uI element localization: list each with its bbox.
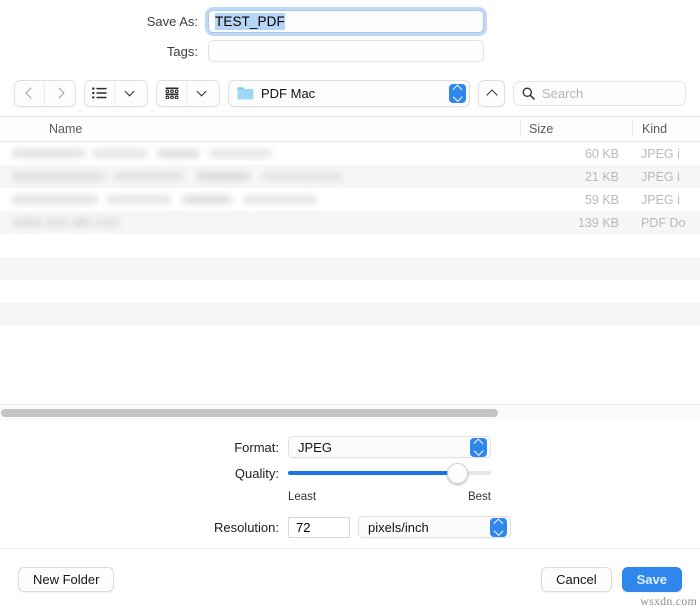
folder-path-popup[interactable]: PDF Mac bbox=[228, 79, 470, 107]
icon-view-control bbox=[156, 79, 220, 107]
save-as-value: TEST_PDF bbox=[215, 12, 285, 30]
resolution-value: 72 bbox=[296, 519, 311, 535]
save-as-row: Save As: TEST_PDF bbox=[0, 6, 700, 36]
format-stepper-icon[interactable] bbox=[470, 437, 487, 457]
table-row-empty bbox=[0, 257, 700, 280]
back-button[interactable] bbox=[15, 81, 44, 106]
stepper-down-arrow bbox=[452, 92, 463, 103]
browser-toolbar: PDF Mac Search bbox=[0, 70, 700, 116]
resolution-unit-popup[interactable]: pixels/inch bbox=[358, 516, 511, 538]
chevron-down-icon bbox=[124, 86, 135, 97]
collapse-panel-button[interactable] bbox=[478, 79, 505, 107]
stepper-down-arrow bbox=[493, 526, 504, 537]
search-placeholder: Search bbox=[542, 85, 584, 101]
file-name-cell bbox=[0, 218, 520, 227]
stepper-down-arrow bbox=[473, 446, 484, 457]
file-list[interactable]: 60 KB JPEG i 21 KB JPEG i 59 KB JPEG i 1… bbox=[0, 142, 700, 420]
column-header-name[interactable]: Name bbox=[0, 122, 520, 136]
table-row-empty bbox=[0, 234, 700, 257]
quality-row: Quality: bbox=[0, 460, 700, 486]
list-view-control bbox=[84, 79, 148, 107]
new-folder-button[interactable]: New Folder bbox=[18, 566, 115, 592]
slider-thumb[interactable] bbox=[446, 462, 468, 484]
dialog-button-bar: New Folder Cancel Save bbox=[0, 548, 700, 610]
save-as-input[interactable]: TEST_PDF bbox=[208, 9, 484, 33]
chevron-right-icon bbox=[52, 87, 65, 99]
resolution-row: Resolution: 72 pixels/inch bbox=[0, 514, 700, 540]
file-kind-cell: JPEG i bbox=[641, 169, 680, 184]
icon-view-icon bbox=[165, 87, 179, 99]
file-size-cell: 59 KB bbox=[584, 192, 619, 207]
file-size-cell: 139 KB bbox=[577, 215, 619, 230]
site-watermark: wsxdn.com bbox=[640, 594, 697, 608]
table-row[interactable]: 59 KB JPEG i bbox=[0, 188, 700, 211]
save-as-label: Save As: bbox=[146, 13, 198, 29]
list-view-icon bbox=[92, 87, 107, 99]
cancel-button[interactable]: Cancel bbox=[541, 566, 612, 592]
column-header-kind[interactable]: Kind bbox=[632, 121, 700, 137]
file-size-cell: 21 KB bbox=[584, 169, 619, 184]
table-row[interactable]: 60 KB JPEG i bbox=[0, 142, 700, 165]
horizontal-scrollbar[interactable] bbox=[0, 404, 700, 420]
quality-label: Quality: bbox=[234, 465, 279, 481]
redacted-file-name bbox=[12, 195, 317, 204]
path-stepper-icon[interactable] bbox=[449, 83, 466, 103]
resolution-unit-value: pixels/inch bbox=[368, 519, 429, 535]
resolution-label: Resolution: bbox=[213, 519, 279, 535]
name-fields: Save As: TEST_PDF Tags: bbox=[0, 0, 700, 70]
file-size-cell: 60 KB bbox=[584, 146, 619, 161]
tags-row: Tags: bbox=[0, 36, 700, 66]
quality-slider[interactable] bbox=[288, 462, 491, 484]
chevron-up-icon bbox=[485, 88, 498, 101]
format-row: Format: JPEG bbox=[0, 434, 700, 460]
bottom-separator bbox=[0, 548, 700, 549]
folder-icon bbox=[237, 87, 254, 100]
chevron-left-icon bbox=[24, 87, 37, 99]
quality-scale-row: Least Best bbox=[0, 484, 700, 510]
file-name-cell bbox=[0, 172, 520, 181]
format-label: Format: bbox=[234, 439, 279, 455]
redacted-file-name bbox=[12, 149, 272, 158]
table-row-empty bbox=[0, 280, 700, 303]
format-value: JPEG bbox=[298, 439, 332, 455]
navigation-segmented-control bbox=[14, 79, 76, 107]
column-header-size[interactable]: Size bbox=[520, 121, 632, 137]
list-view-button[interactable] bbox=[85, 81, 114, 106]
list-view-menu-button[interactable] bbox=[114, 80, 144, 106]
file-kind-cell: JPEG i bbox=[641, 146, 680, 161]
table-row[interactable]: 139 KB PDF Do bbox=[0, 211, 700, 234]
format-options-pane: Format: JPEG Quality: Least Best Resolut… bbox=[0, 420, 700, 548]
slider-fill bbox=[288, 471, 457, 475]
table-row[interactable]: 21 KB JPEG i bbox=[0, 165, 700, 188]
save-dialog: Save As: TEST_PDF Tags: PDF Mac Search N… bbox=[0, 0, 700, 610]
format-popup-button[interactable]: JPEG bbox=[288, 436, 491, 458]
search-field[interactable]: Search bbox=[513, 80, 686, 106]
quality-scale: Least Best bbox=[288, 491, 491, 503]
forward-button[interactable] bbox=[44, 80, 74, 106]
table-row-empty bbox=[0, 326, 700, 349]
file-name-cell bbox=[0, 195, 520, 204]
redacted-file-name bbox=[12, 172, 342, 181]
scrollbar-thumb[interactable] bbox=[1, 408, 498, 417]
resolution-input[interactable]: 72 bbox=[288, 516, 350, 538]
quality-max-label: Best bbox=[467, 491, 491, 503]
redacted-file-name bbox=[12, 218, 120, 227]
file-kind-cell: JPEG i bbox=[641, 192, 680, 207]
search-icon bbox=[522, 87, 535, 100]
chevron-down-icon bbox=[196, 86, 207, 97]
quality-min-label: Least bbox=[288, 491, 317, 503]
icon-view-menu-button[interactable] bbox=[186, 80, 216, 106]
tags-label: Tags: bbox=[166, 43, 198, 59]
save-button[interactable]: Save bbox=[621, 566, 682, 592]
folder-path-name: PDF Mac bbox=[261, 85, 316, 101]
icon-view-button[interactable] bbox=[157, 81, 186, 106]
file-list-header: Name Size Kind bbox=[0, 116, 700, 142]
table-row-empty bbox=[0, 303, 700, 326]
tags-input[interactable] bbox=[208, 40, 484, 62]
file-name-cell bbox=[0, 149, 520, 158]
unit-stepper-icon[interactable] bbox=[490, 517, 507, 537]
file-kind-cell: PDF Do bbox=[641, 215, 686, 230]
